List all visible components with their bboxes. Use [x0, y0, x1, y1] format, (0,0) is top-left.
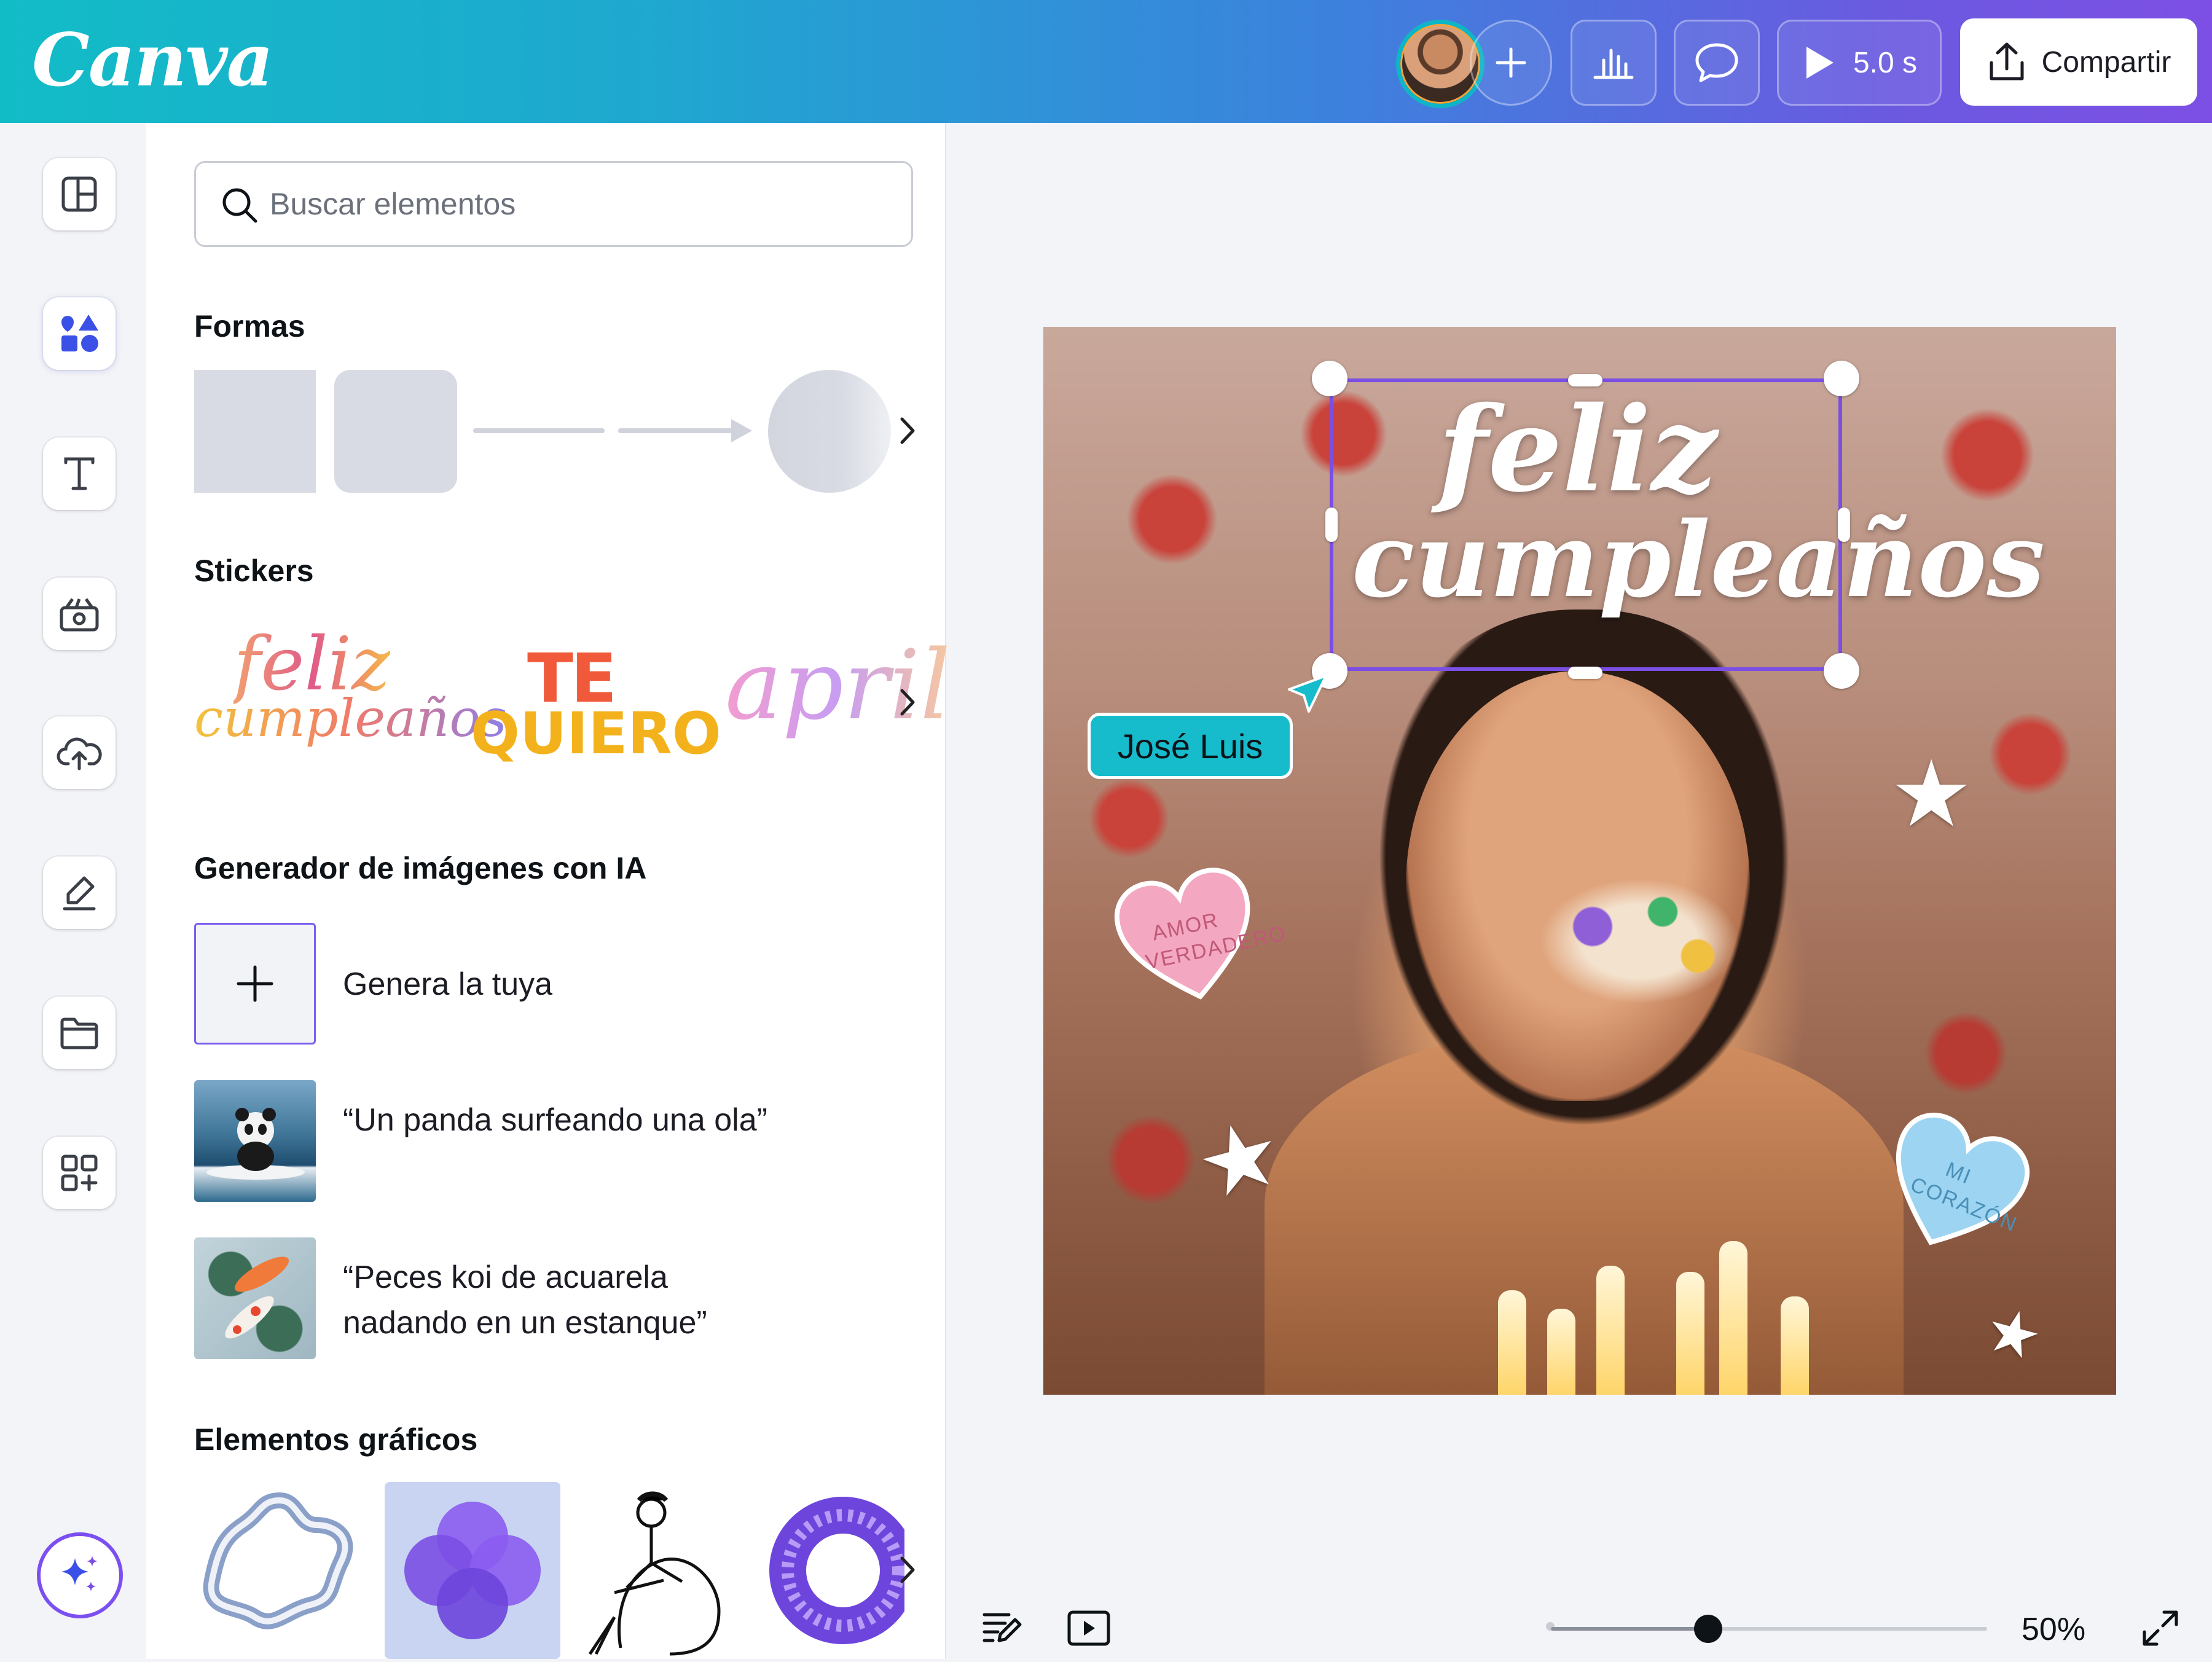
shape-arrow-head — [731, 419, 752, 442]
graphic-person-laptop[interactable] — [578, 1482, 743, 1659]
search-icon — [222, 188, 257, 223]
zoom-percent-label[interactable]: 50% — [2022, 1611, 2085, 1648]
resize-handle-bottom[interactable] — [1568, 667, 1602, 679]
candle — [1547, 1309, 1575, 1395]
graphic-chrome-blob[interactable] — [192, 1482, 367, 1658]
analytics-button[interactable] — [1571, 20, 1657, 106]
shape-square[interactable] — [194, 370, 316, 493]
resize-handle-left[interactable] — [1325, 508, 1338, 542]
resize-handle-right[interactable] — [1838, 508, 1850, 542]
koi-thumbnail[interactable] — [194, 1237, 316, 1359]
confetti-cloud — [1523, 868, 1756, 1015]
share-label: Compartir — [2041, 45, 2171, 79]
shapes-section-title: Formas — [194, 309, 305, 343]
shape-circle[interactable] — [768, 370, 891, 493]
graphics-chevron-right-icon[interactable] — [897, 1554, 918, 1585]
ai-section-title: Generador de imágenes con IA — [194, 851, 647, 885]
folder-icon — [60, 1017, 98, 1049]
plus-icon — [237, 965, 273, 1002]
rail-brand-button[interactable] — [43, 578, 116, 650]
selection-box — [1330, 378, 1842, 671]
rail-draw-button[interactable] — [43, 856, 116, 929]
add-collaborator-button[interactable] — [1470, 20, 1552, 106]
sparkle-icon — [61, 1556, 98, 1591]
koi-image — [225, 1256, 289, 1339]
generate-button[interactable] — [194, 923, 316, 1045]
panda-thumbnail[interactable] — [194, 1080, 316, 1202]
text-icon — [64, 457, 95, 490]
shapes-chevron-right-icon[interactable] — [897, 415, 918, 446]
play-icon — [1806, 47, 1834, 79]
sticker-heart-amor[interactable]: AMOR VERDADERO — [1105, 856, 1288, 1018]
rail-templates-button[interactable] — [43, 158, 116, 230]
brand-kit-icon — [60, 598, 99, 632]
shape-arrow-line[interactable] — [618, 428, 741, 433]
candle — [1498, 1290, 1526, 1395]
upload-icon — [1990, 42, 2024, 80]
candle — [1676, 1272, 1704, 1395]
canva-logo[interactable]: Canva — [32, 17, 273, 103]
fullscreen-icon[interactable] — [2141, 1609, 2180, 1648]
sticker-cumpleanos[interactable]: cumpleaños — [194, 688, 507, 748]
rail-elements-button[interactable] — [43, 297, 116, 370]
resize-handle-top[interactable] — [1568, 374, 1602, 386]
purple-flower-image — [404, 1502, 541, 1639]
resize-handle-bottom-right[interactable] — [1824, 653, 1859, 689]
resize-handle-top-left[interactable] — [1312, 361, 1347, 396]
bar-chart-icon — [1593, 49, 1634, 79]
top-bar: Canva 5.0 s Compartir — [0, 0, 2212, 123]
graphics-section-title: Elementos gráficos — [194, 1422, 478, 1457]
share-button[interactable]: Compartir — [1960, 18, 2197, 106]
candle — [1596, 1266, 1625, 1395]
search-input[interactable]: Buscar elementos — [194, 161, 913, 247]
resize-handle-top-right[interactable] — [1824, 361, 1859, 396]
generate-label[interactable]: Genera la tuya — [343, 966, 552, 1003]
plus-icon — [1496, 47, 1526, 78]
shape-rounded-square[interactable] — [334, 370, 457, 493]
comment-icon — [1695, 43, 1738, 82]
duration-label: 5.0 s — [1853, 46, 1918, 79]
present-icon[interactable] — [1067, 1609, 1111, 1648]
ai-prompt-panda[interactable]: “Un panda surfeando una ola” — [343, 1097, 767, 1143]
play-button[interactable]: 5.0 s — [1777, 20, 1942, 106]
graphic-purple-ring[interactable] — [757, 1482, 904, 1659]
layout-icon — [61, 176, 97, 212]
sticker-april[interactable]: april — [725, 629, 951, 741]
notes-icon[interactable] — [981, 1609, 1024, 1648]
collaborator-cursor-icon — [1288, 675, 1327, 713]
magic-button[interactable] — [37, 1532, 123, 1618]
star-sticker[interactable]: ★ — [1890, 741, 1972, 848]
comment-button[interactable] — [1674, 20, 1760, 106]
rail-projects-button[interactable] — [43, 997, 116, 1069]
sticker-quiero[interactable]: QUIERO — [471, 700, 721, 767]
shape-line[interactable] — [473, 428, 605, 433]
rail-apps-button[interactable] — [43, 1137, 116, 1209]
graphic-purple-flower[interactable] — [385, 1482, 560, 1659]
ai-prompt-koi[interactable]: “Peces koi de acuarela nadando en un est… — [343, 1255, 773, 1346]
apps-icon — [61, 1154, 98, 1191]
cloud-upload-icon — [57, 737, 102, 770]
search-placeholder: Buscar elementos — [270, 187, 516, 221]
zoom-slider-knob[interactable] — [1693, 1615, 1722, 1643]
candle — [1719, 1241, 1747, 1395]
rail-uploads-button[interactable] — [43, 716, 116, 789]
panda-image — [206, 1108, 305, 1180]
draw-icon — [63, 876, 96, 911]
rail-text-button[interactable] — [43, 437, 116, 510]
shapes-icon — [61, 315, 98, 352]
zoom-slider-fill — [1551, 1627, 1708, 1631]
stickers-section-title: Stickers — [194, 554, 314, 588]
stickers-chevron-right-icon[interactable] — [897, 687, 918, 718]
candle — [1781, 1296, 1809, 1395]
collaborator-label: José Luis — [1088, 713, 1293, 779]
